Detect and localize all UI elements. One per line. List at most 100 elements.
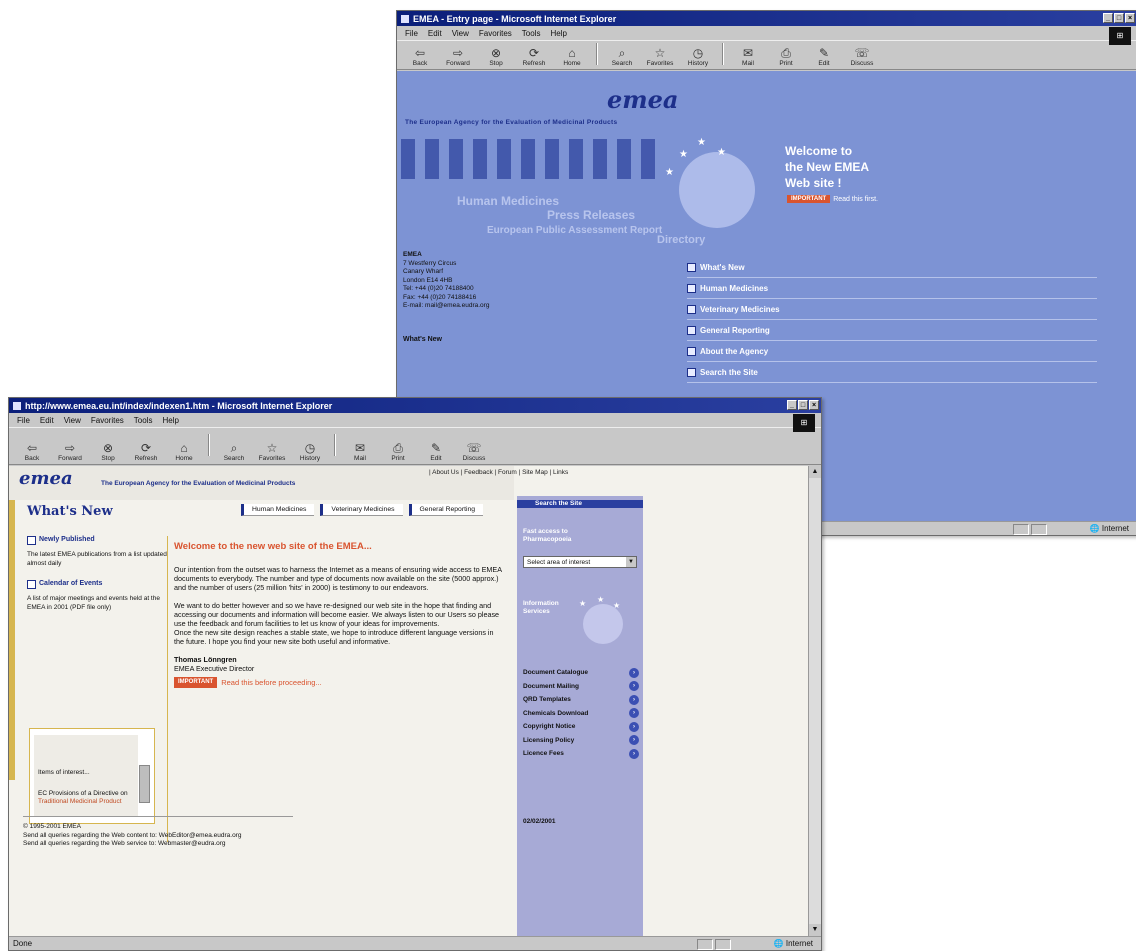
arrow-circle-icon: › (629, 694, 639, 705)
front-title-bar[interactable]: http://www.emea.eu.int/index/indexen1.ht… (9, 398, 821, 413)
menu-view[interactable]: View (64, 416, 81, 425)
back-button[interactable]: ⇦ Back (15, 441, 49, 462)
refresh-button[interactable]: ⟳ Refresh (517, 46, 551, 67)
scroll-up-icon[interactable]: ▲ (809, 466, 821, 478)
front-browser-window[interactable]: http://www.emea.eu.int/index/indexen1.ht… (8, 397, 822, 951)
history-button[interactable]: ◷ History (293, 441, 327, 462)
arrow-circle-icon: › (629, 667, 639, 678)
copyright-notice-link[interactable]: Copyright Notice › (523, 720, 639, 734)
edit-icon: ✎ (818, 46, 830, 60)
emea-logo[interactable]: emea (607, 85, 678, 114)
document-mailing-link[interactable]: Document Mailing › (523, 680, 639, 694)
favorites-button[interactable]: ☆ Favorites (255, 441, 289, 462)
nav-about-agency[interactable]: About the Agency (687, 341, 1097, 362)
stop-button[interactable]: ⊗ Stop (479, 46, 513, 67)
menu-file[interactable]: File (405, 29, 418, 38)
edit-icon: ✎ (430, 441, 442, 455)
box-scrollbar[interactable] (139, 765, 150, 803)
qrd-templates-link[interactable]: QRD Templates › (523, 693, 639, 707)
minimize-button[interactable]: _ (787, 400, 797, 410)
nav-whats-new[interactable]: What's New (687, 257, 1097, 278)
section-tabs: Human Medicines Veterinary Medicines Gen… (241, 504, 484, 516)
back-button[interactable]: ⇦ Back (403, 46, 437, 67)
intro-paragraph-3: Once the new site design reaches a stabl… (174, 628, 494, 646)
forward-button[interactable]: ⇨ Forward (53, 441, 87, 462)
last-updated-date: 02/02/2001 (523, 818, 556, 825)
traditional-medicinal-link[interactable]: Traditional Medicinal Product (38, 798, 134, 807)
menu-tools[interactable]: Tools (522, 29, 541, 38)
page-header: emea The European Agency for the Evaluat… (9, 466, 568, 500)
menu-favorites[interactable]: Favorites (91, 416, 124, 425)
items-of-interest-box: Items of interest... EC Provisions of a … (29, 728, 155, 824)
ie-icon (13, 401, 21, 410)
menu-help[interactable]: Help (550, 29, 566, 38)
close-button[interactable]: × (809, 400, 819, 410)
menu-favorites[interactable]: Favorites (479, 29, 512, 38)
back-title-bar[interactable]: EMEA - Entry page - Microsoft Internet E… (397, 11, 1136, 26)
tab-veterinary-medicines[interactable]: Veterinary Medicines (320, 504, 403, 516)
important-link[interactable]: Read this first. (833, 196, 878, 203)
maximize-button[interactable]: □ (798, 400, 808, 410)
stop-button[interactable]: ⊗ Stop (91, 441, 125, 462)
proceed-link[interactable]: Read this before proceeding... (221, 678, 321, 687)
menu-help[interactable]: Help (162, 416, 178, 425)
refresh-button[interactable]: ⟳ Refresh (129, 441, 163, 462)
bullet-icon (687, 283, 696, 293)
information-label: Information (523, 600, 559, 607)
svg-text:Directory: Directory (657, 234, 706, 246)
nav-general-reporting[interactable]: General Reporting (687, 320, 1097, 341)
close-button[interactable]: × (1125, 13, 1135, 23)
search-site-link[interactable]: Search the Site (535, 500, 582, 508)
history-button[interactable]: ◷ History (681, 46, 715, 67)
tab-general-reporting[interactable]: General Reporting (408, 504, 484, 516)
tab-human-medicines[interactable]: Human Medicines (241, 504, 315, 516)
favorites-button[interactable]: ☆ Favorites (643, 46, 677, 67)
favorites-icon: ☆ (266, 441, 278, 455)
licensing-policy-link[interactable]: Licensing Policy › (523, 734, 639, 748)
site-map-link[interactable]: What's New (403, 336, 442, 343)
menu-edit[interactable]: Edit (428, 29, 442, 38)
important-notice[interactable]: IMPORTANT Read this first. (787, 195, 878, 203)
forward-button[interactable]: ⇨ Forward (441, 46, 475, 67)
calendar-link[interactable]: Calendar of Events (27, 580, 167, 589)
nav-human-medicines[interactable]: Human Medicines (687, 278, 1097, 299)
area-of-interest-select[interactable]: Select area of interest ▼ (523, 556, 637, 568)
search-button[interactable]: ⌕ Search (605, 46, 639, 67)
menu-tools[interactable]: Tools (134, 416, 153, 425)
discuss-button[interactable]: ☏ Discuss (845, 46, 879, 67)
edit-button[interactable]: ✎ Edit (807, 46, 841, 67)
maximize-button[interactable]: □ (1114, 13, 1124, 23)
mail-button[interactable]: ✉ Mail (731, 46, 765, 67)
menu-view[interactable]: View (452, 29, 469, 38)
web-service-contact[interactable]: Send all queries regarding the Web servi… (23, 840, 293, 849)
document-catalogue-link[interactable]: Document Catalogue › (523, 666, 639, 680)
licence-fees-link[interactable]: Licence Fees › (523, 747, 639, 761)
arrow-circle-icon: › (629, 721, 639, 732)
menu-edit[interactable]: Edit (40, 416, 54, 425)
edit-button[interactable]: ✎ Edit (419, 441, 453, 462)
page-footer: © 1995-2001 EMEA Send all queries regard… (23, 816, 293, 849)
print-button[interactable]: ⎙ Print (381, 441, 415, 462)
web-content-contact[interactable]: Send all queries regarding the Web conte… (23, 832, 293, 841)
emea-logo[interactable]: emea (19, 468, 73, 489)
search-button[interactable]: ⌕ Search (217, 441, 251, 462)
scroll-down-icon[interactable]: ▼ (809, 924, 821, 936)
important-notice[interactable]: IMPORTANT Read this before proceeding... (174, 677, 504, 688)
minimize-button[interactable]: _ (1103, 13, 1113, 23)
svg-text:★: ★ (597, 595, 604, 604)
svg-text:★: ★ (697, 137, 706, 148)
home-button[interactable]: ⌂ Home (555, 46, 589, 67)
nav-search-site[interactable]: Search the Site (687, 362, 1097, 383)
discuss-button[interactable]: ☏ Discuss (457, 441, 491, 462)
home-button[interactable]: ⌂ Home (167, 441, 201, 462)
email-link[interactable]: E-mail: mail@emea.eudra.org (403, 302, 489, 311)
nav-veterinary-medicines[interactable]: Veterinary Medicines (687, 299, 1097, 320)
back-toolbar: ⇦ Back ⇨ Forward ⊗ Stop ⟳ Refresh ⌂ Home ⌕ Sea… (397, 40, 1136, 70)
chemicals-download-link[interactable]: Chemicals Download › (523, 707, 639, 721)
newly-published-link[interactable]: Newly Published (27, 536, 167, 545)
menu-file[interactable]: File (17, 416, 30, 425)
top-links[interactable]: | About Us | Feedback | Forum | Site Map… (429, 469, 568, 476)
print-button[interactable]: ⎙ Print (769, 46, 803, 67)
mail-button[interactable]: ✉ Mail (343, 441, 377, 462)
vertical-scrollbar[interactable]: ▲ ▼ (808, 466, 821, 936)
